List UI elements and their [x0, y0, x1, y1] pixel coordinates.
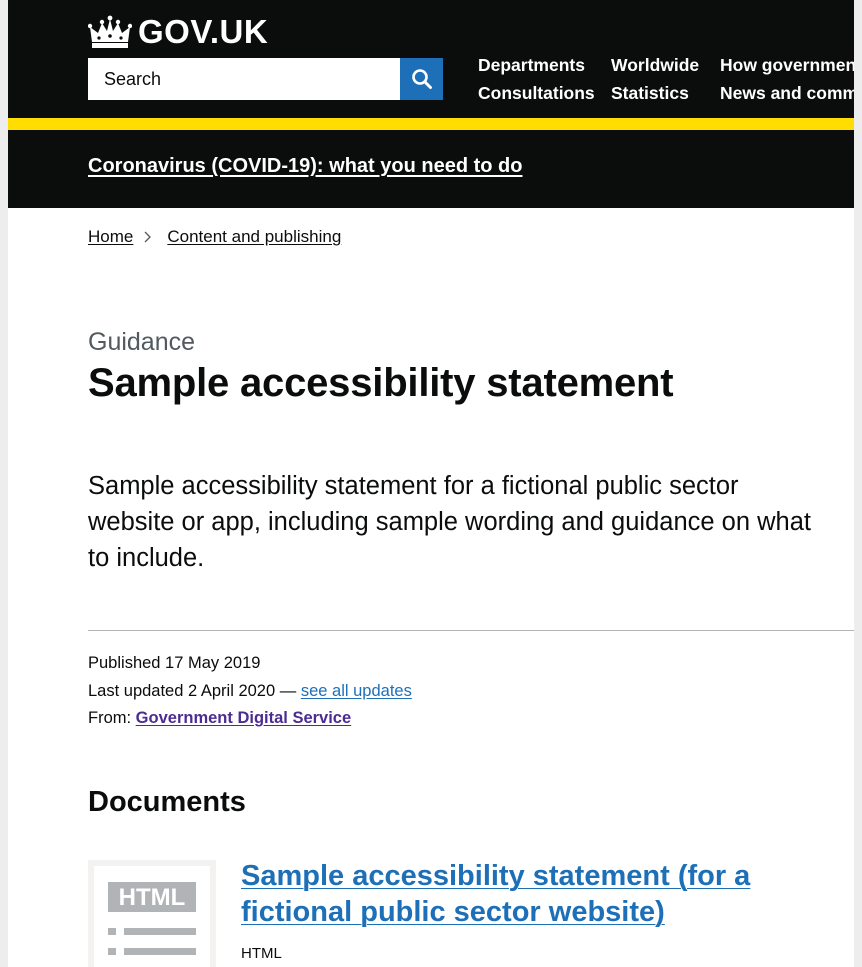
publication-metadata: Published 17 May 2019 Last updated 2 Apr…	[88, 650, 412, 733]
organisation-link[interactable]: Government Digital Service	[136, 709, 352, 727]
nav-link-how-government-works[interactable]: How government works	[720, 55, 854, 75]
document-thumbnail[interactable]: HTML	[88, 860, 216, 967]
search-button[interactable]	[400, 58, 443, 100]
see-all-updates-link[interactable]: see all updates	[301, 682, 412, 700]
html-document-icon: HTML	[94, 866, 210, 967]
govuk-logo-link[interactable]: GOV.UK	[88, 12, 268, 52]
page-caption: Guidance	[88, 328, 196, 356]
breadcrumb-home-link[interactable]: Home	[88, 227, 133, 247]
section-divider	[88, 630, 854, 631]
page-lead-paragraph: Sample accessibility statement for a fic…	[88, 472, 811, 572]
last-updated-row: Last updated 2 April 2020 — see all upda…	[88, 678, 412, 706]
page: GOV.UK Departments Worldwide How governm…	[8, 0, 854, 967]
breadcrumb: Home Content and publishing	[88, 227, 341, 247]
covid-banner-link[interactable]: Coronavirus (COVID-19): what you need to…	[88, 155, 522, 178]
nav-link-worldwide[interactable]: Worldwide	[611, 55, 720, 75]
nav-link-consultations[interactable]: Consultations	[478, 83, 611, 103]
site-header: GOV.UK Departments Worldwide How governm…	[8, 0, 854, 118]
nav-link-news-and-communications[interactable]: News and communications	[720, 83, 854, 103]
from-row: From: Government Digital Service	[88, 705, 412, 733]
thumbnail-label: HTML	[119, 884, 186, 911]
last-updated-text: Last updated 2 April 2020 —	[88, 681, 301, 700]
main-navigation: Departments Worldwide How government wor…	[478, 55, 854, 103]
search-input[interactable]	[88, 58, 400, 100]
from-label: From:	[88, 709, 136, 727]
covid-banner: Coronavirus (COVID-19): what you need to…	[8, 130, 854, 208]
logo-text: GOV.UK	[138, 13, 269, 50]
nav-link-statistics[interactable]: Statistics	[611, 83, 720, 103]
search-icon	[411, 69, 432, 89]
published-date: Published 17 May 2019	[88, 654, 261, 672]
search-form	[88, 58, 443, 100]
header-accent-bar	[8, 118, 854, 130]
breadcrumb-content-publishing-link[interactable]: Content and publishing	[167, 227, 341, 247]
page-title: Sample accessibility statement	[88, 361, 674, 405]
crown-icon	[88, 15, 132, 48]
document-link[interactable]: Sample accessibility statement (for a fi…	[241, 860, 750, 928]
document-type: HTML	[241, 945, 282, 962]
nav-link-departments[interactable]: Departments	[478, 55, 611, 75]
document-title: Sample accessibility statement (for a fi…	[241, 858, 801, 930]
documents-heading: Documents	[88, 786, 246, 818]
chevron-right-icon	[143, 230, 157, 244]
